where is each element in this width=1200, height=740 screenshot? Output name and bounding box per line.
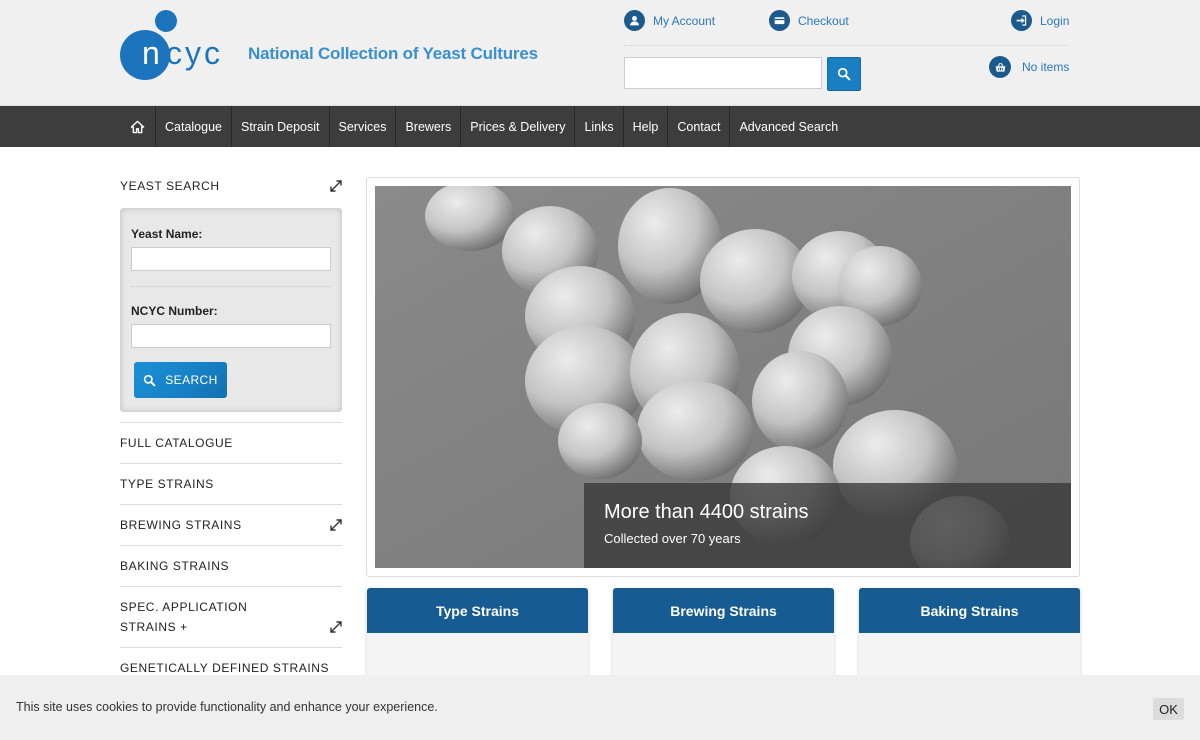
cookie-message: This site uses cookies to provide functi… xyxy=(16,700,438,714)
my-account-link[interactable]: My Account xyxy=(624,10,715,31)
site-header: n cyc National Collection of Yeast Cultu… xyxy=(0,0,1200,106)
nav-home[interactable] xyxy=(120,106,156,147)
sidebar-item-label: SPEC. APPLICATION STRAINS + xyxy=(120,600,248,634)
nav-brewers[interactable]: Brewers xyxy=(396,106,462,147)
home-icon xyxy=(130,120,145,133)
nav-services[interactable]: Services xyxy=(330,106,397,147)
card-title: Type Strains xyxy=(367,588,588,633)
yeast-search-button[interactable]: SEARCH xyxy=(134,362,227,398)
nav-help[interactable]: Help xyxy=(624,106,669,147)
cart-label: No items xyxy=(1022,60,1070,74)
yeast-search-panel: Yeast Name: NCYC Number: SEARCH xyxy=(120,208,342,412)
nav-contact[interactable]: Contact xyxy=(668,106,731,147)
ncyc-number-input[interactable] xyxy=(131,324,331,348)
card-title: Brewing Strains xyxy=(613,588,834,633)
cart-link[interactable]: No items xyxy=(989,56,1069,78)
site-title[interactable]: National Collection of Yeast Cultures xyxy=(248,44,538,64)
nav-links[interactable]: Links xyxy=(575,106,624,147)
search-icon xyxy=(837,67,851,81)
expand-icon[interactable] xyxy=(330,180,342,192)
nav-catalogue[interactable]: Catalogue xyxy=(156,106,232,147)
yeast-search-label: YEAST SEARCH xyxy=(120,179,220,193)
sidebar-item-label: BAKING STRAINS xyxy=(120,559,230,573)
nav-advanced-search[interactable]: Advanced Search xyxy=(730,106,847,147)
hero-slider: More than 4400 strains Collected over 70… xyxy=(366,177,1080,577)
sign-in-icon xyxy=(1011,10,1032,31)
panel-divider xyxy=(131,286,331,287)
ncyc-number-label: NCYC Number: xyxy=(131,304,218,318)
user-icon xyxy=(624,10,645,31)
login-link[interactable]: Login xyxy=(1011,10,1069,31)
sidebar-item-full-catalogue[interactable]: FULL CATALOGUE xyxy=(120,422,342,463)
yeast-name-input[interactable] xyxy=(131,247,331,271)
yeast-search-button-label: SEARCH xyxy=(165,373,218,387)
sidebar-item-label: TYPE STRAINS xyxy=(120,477,214,491)
my-account-label: My Account xyxy=(653,13,716,28)
cookie-banner: This site uses cookies to provide functi… xyxy=(0,675,1200,740)
login-label: Login xyxy=(1040,13,1070,28)
checkout-label: Checkout xyxy=(798,13,849,28)
site-search-button[interactable] xyxy=(827,57,861,91)
hero-subtitle: Collected over 70 years xyxy=(604,531,741,546)
sidebar-item-label: FULL CATALOGUE xyxy=(120,436,233,450)
ncyc-logo[interactable]: n cyc xyxy=(120,8,240,84)
expand-icon[interactable] xyxy=(330,621,342,633)
yeast-name-label: Yeast Name: xyxy=(131,227,203,241)
yeast-search-heading[interactable]: YEAST SEARCH xyxy=(120,168,342,204)
header-divider xyxy=(624,45,1068,46)
cookie-ok-button[interactable]: OK xyxy=(1153,698,1184,720)
sidebar-item-label: GENETICALLY DEFINED STRAINS xyxy=(120,661,330,675)
svg-text:n: n xyxy=(142,35,160,71)
sidebar-item-label: BREWING STRAINS xyxy=(120,518,242,532)
hero-caption: More than 4400 strains Collected over 70… xyxy=(584,483,1071,568)
hero-title: More than 4400 strains xyxy=(604,501,809,523)
search-icon xyxy=(144,374,156,386)
nav-prices-delivery[interactable]: Prices & Delivery xyxy=(461,106,576,147)
yeast-micrograph-image[interactable]: More than 4400 strains Collected over 70… xyxy=(375,186,1071,568)
nav-strain-deposit[interactable]: Strain Deposit xyxy=(232,106,330,147)
sidebar-item-type-strains[interactable]: TYPE STRAINS xyxy=(120,463,342,504)
main-navigation: Catalogue Strain Deposit Services Brewer… xyxy=(0,106,1200,147)
checkout-link[interactable]: Checkout xyxy=(769,10,849,31)
site-search-input[interactable] xyxy=(624,57,822,89)
sidebar-item-baking-strains[interactable]: BAKING STRAINS xyxy=(120,545,342,586)
sidebar-item-brewing-strains[interactable]: BREWING STRAINS xyxy=(120,504,342,545)
sidebar: YEAST SEARCH Yeast Name: NCYC Number: SE… xyxy=(120,168,342,688)
sidebar-item-spec-application-strains[interactable]: SPEC. APPLICATION STRAINS + xyxy=(120,586,342,647)
expand-icon[interactable] xyxy=(330,519,342,531)
basket-icon xyxy=(989,56,1011,78)
card-title: Baking Strains xyxy=(859,588,1080,633)
credit-card-icon xyxy=(769,10,790,31)
svg-text:cyc: cyc xyxy=(166,35,223,71)
